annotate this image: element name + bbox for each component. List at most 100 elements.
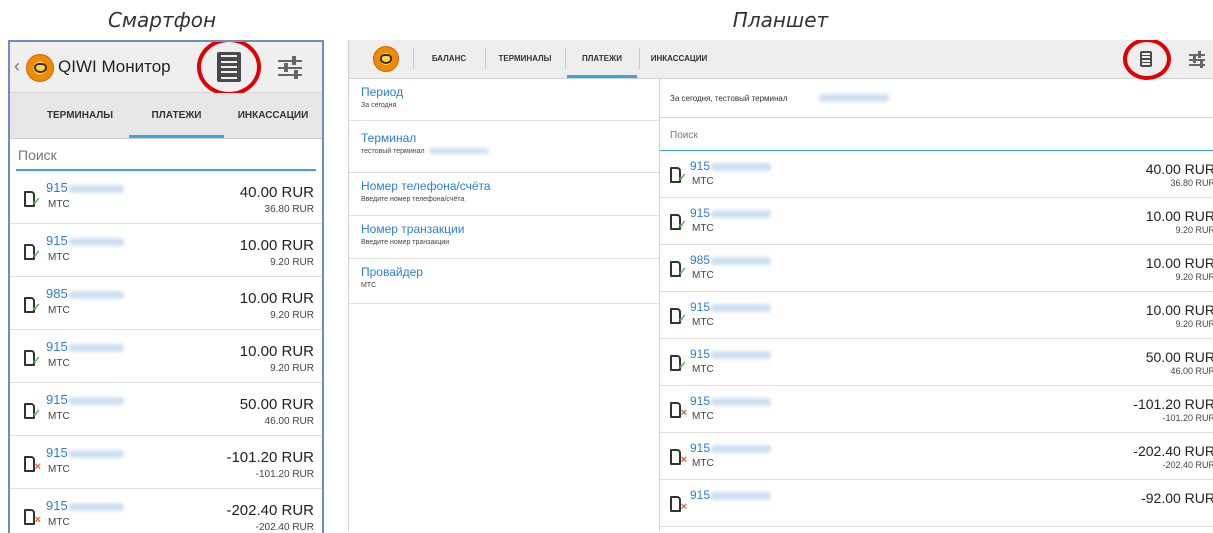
payment-amount: -202.40 RUR (1133, 443, 1213, 459)
payment-row[interactable]: ✓ 915 МТС 10.00 RUR 9.20 RUR (10, 330, 322, 383)
payment-amount: -101.20 RUR (1133, 396, 1213, 412)
period-summary-text: За сегодня, тестовый терминал (670, 94, 788, 103)
phone-action-bar: ‹ QIWI Монитор (10, 42, 322, 96)
payment-row[interactable]: × 915 МТС -101.20 RUR -101.20 RUR (10, 436, 322, 489)
account-number: 915 (46, 180, 124, 195)
redacted-terminal-id (819, 94, 889, 102)
payment-amount: 10.00 RUR (1145, 302, 1213, 318)
filter-title: Провайдер (361, 265, 423, 279)
filter-sliders-icon[interactable] (278, 55, 302, 79)
payment-row[interactable]: × 915 МТС -202.40 RUR -202.40 RUR (660, 433, 1213, 480)
account-number: 915 (46, 498, 124, 513)
tab-encashments[interactable]: ИНКАССАЦИИ (224, 93, 322, 138)
payment-net-amount: -101.20 RUR (1162, 413, 1213, 423)
filter-item[interactable]: Провайдер МТС (349, 259, 659, 304)
payment-row[interactable]: ✓ 915 МТС 10.00 RUR 9.20 RUR (10, 224, 322, 277)
redacted-number (711, 303, 772, 312)
account-number: 915 (46, 445, 124, 460)
provider-name: МТС (692, 223, 714, 234)
payment-row[interactable]: × 915 МТС -202.40 RUR -202.40 RUR (10, 489, 322, 533)
redacted-number (68, 449, 124, 458)
search-input[interactable]: Поиск (16, 147, 316, 171)
filter-value: тестовый терминал (361, 148, 489, 155)
payment-net-amount: 9.20 RUR (270, 363, 314, 374)
payment-net-amount: 9.20 RUR (1175, 319, 1213, 329)
redacted-number (711, 444, 772, 453)
payment-row[interactable]: ✓ 985 МТС 10.00 RUR 9.20 RUR (660, 245, 1213, 292)
payment-ok-icon: ✓ (24, 191, 41, 208)
redacted-number (68, 396, 124, 405)
filter-item[interactable]: Период За сегодня (349, 79, 659, 121)
redacted-number (711, 350, 772, 359)
payment-amount: -101.20 RUR (226, 449, 314, 466)
payment-row[interactable]: ✓ 915 МТС 50.00 RUR 46.00 RUR (660, 339, 1213, 386)
provider-name: МТС (48, 305, 70, 316)
account-number: 915 (690, 159, 772, 173)
list-view-icon[interactable] (217, 52, 241, 82)
payment-amount: 10.00 RUR (239, 237, 314, 254)
payment-row[interactable]: ✓ 915 МТС 40.00 RUR 36.80 RUR (10, 171, 322, 224)
filter-sliders-icon[interactable] (1189, 51, 1205, 68)
payment-ok-icon: ✓ (670, 355, 687, 372)
filter-title: Терминал (361, 131, 417, 145)
period-summary: За сегодня, тестовый терминал (660, 79, 1213, 118)
tab-terminals[interactable]: ТЕРМИНАЛЫ (30, 93, 130, 138)
payment-amount: 40.00 RUR (239, 184, 314, 201)
redacted-terminal-id (428, 148, 489, 155)
phone-screen: ‹ QIWI Монитор ТЕРМИНАЛЫ ПЛАТЕЖИ ИНКАССА… (8, 40, 324, 533)
tab-terminals[interactable]: ТЕРМИНАЛЫ (487, 40, 563, 78)
tab-balance[interactable]: БАЛАНС (415, 40, 483, 78)
payment-row[interactable]: × 915 МТС -101.20 RUR -101.20 RUR (660, 386, 1213, 433)
tab-payments[interactable]: ПЛАТЕЖИ (567, 40, 637, 78)
tab-encashments[interactable]: ИНКАССАЦИИ (641, 40, 717, 78)
payment-error-icon: × (670, 402, 687, 419)
search-input[interactable]: Поиск (660, 124, 1213, 151)
payment-net-amount: 46.00 RUR (1170, 366, 1213, 376)
provider-name: МТС (692, 317, 714, 328)
payment-amount: 10.00 RUR (239, 290, 314, 307)
payment-amount: 10.00 RUR (1145, 255, 1213, 271)
payment-ok-icon: ✓ (670, 167, 687, 184)
account-number: 915 (690, 347, 772, 361)
provider-name: МТС (48, 199, 70, 210)
provider-name: МТС (692, 176, 714, 187)
redacted-number (711, 256, 772, 265)
account-number: 985 (690, 253, 772, 267)
provider-name: МТС (48, 358, 70, 369)
payment-error-icon: × (24, 456, 41, 473)
filter-value: МТС (361, 282, 377, 289)
account-number: 985 (46, 286, 124, 301)
payment-row[interactable]: × 915 -92.00 RUR (660, 480, 1213, 527)
phone-tab-bar: ТЕРМИНАЛЫ ПЛАТЕЖИ ИНКАССАЦИИ (10, 93, 322, 139)
provider-name: МТС (692, 270, 714, 281)
payment-ok-icon: ✓ (24, 244, 41, 261)
payment-net-amount: 36.80 RUR (264, 204, 314, 215)
payment-row[interactable]: ✓ 915 МТС 10.00 RUR 9.20 RUR (660, 292, 1213, 339)
payment-error-icon: × (670, 449, 687, 466)
payment-row[interactable]: ✓ 915 МТС 50.00 RUR 46.00 RUR (10, 383, 322, 436)
provider-name: МТС (48, 411, 70, 422)
divider (413, 48, 414, 70)
payment-row[interactable]: ✓ 915 МТС 10.00 RUR 9.20 RUR (660, 198, 1213, 245)
filter-item[interactable]: Номер телефона/счёта Введите номер телефо… (349, 173, 659, 216)
payment-amount: -92.00 RUR (1141, 490, 1213, 506)
filter-item[interactable]: Терминал тестовый терминал (349, 121, 659, 173)
provider-name: МТС (692, 364, 714, 375)
payment-net-amount: 9.20 RUR (270, 257, 314, 268)
payments-list: ✓ 915 МТС 40.00 RUR 36.80 RUR ✓ 915 МТС 10.00 RU… (10, 171, 322, 533)
payment-row[interactable]: ✓ 915 МТС 40.00 RUR 36.80 RUR (660, 151, 1213, 198)
list-view-icon[interactable] (1140, 51, 1152, 67)
filter-item[interactable]: Номер транзакции Введите номер транзакции (349, 216, 659, 259)
payment-net-amount: -202.40 RUR (1162, 460, 1213, 470)
payment-net-amount: 9.20 RUR (1175, 272, 1213, 282)
payment-amount: 40.00 RUR (1145, 161, 1213, 177)
tab-payments[interactable]: ПЛАТЕЖИ (129, 93, 224, 138)
account-number: 915 (46, 339, 124, 354)
redacted-number (68, 502, 124, 511)
filter-value: Введите номер телефона/счёта (361, 196, 465, 203)
back-arrow-icon[interactable]: ‹ (14, 56, 20, 77)
filter-value: За сегодня (361, 102, 397, 109)
payment-ok-icon: ✓ (24, 350, 41, 367)
payment-amount: -202.40 RUR (226, 502, 314, 519)
payment-row[interactable]: ✓ 985 МТС 10.00 RUR 9.20 RUR (10, 277, 322, 330)
